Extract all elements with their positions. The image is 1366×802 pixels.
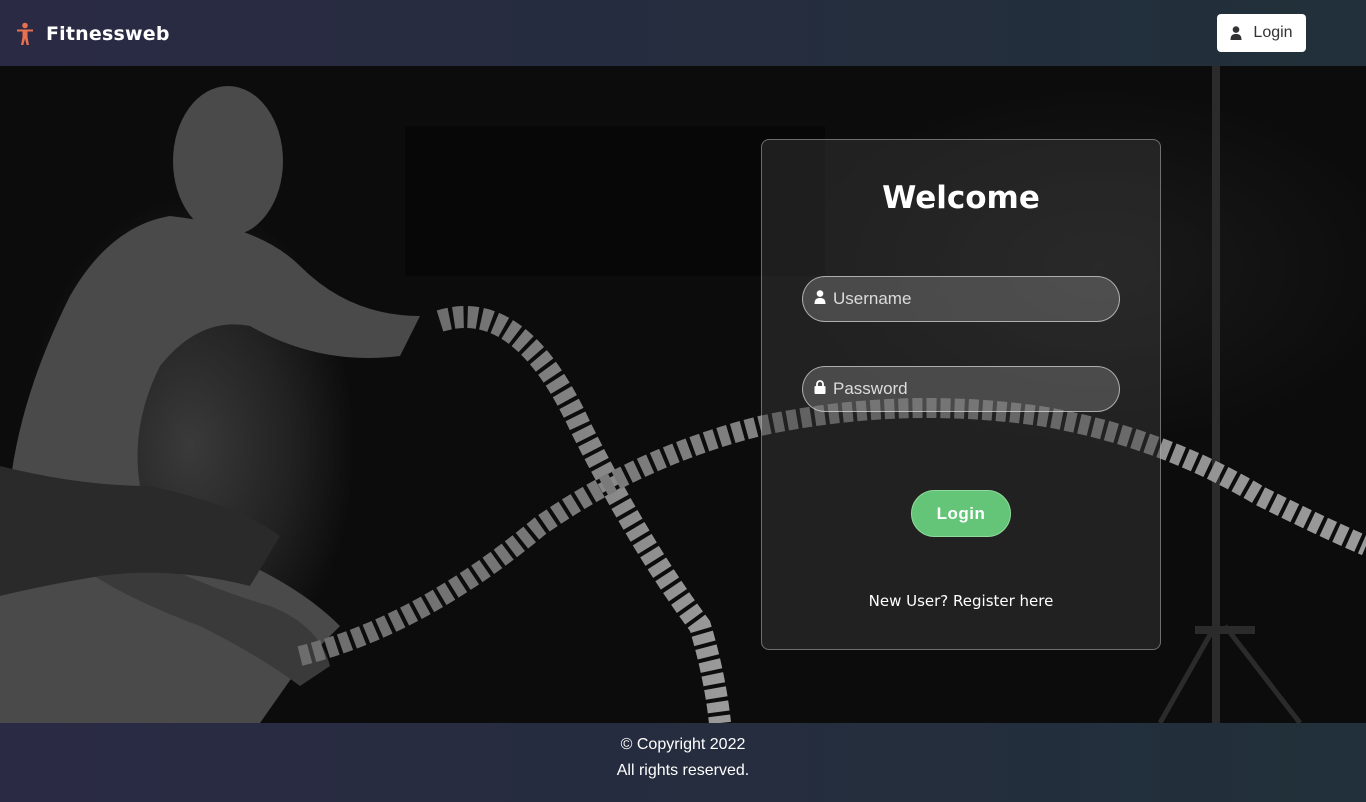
battle-rope-illustration [0, 66, 1366, 723]
top-navbar: Fitnessweb Login [0, 0, 1366, 66]
copyright-text: © Copyright 2022 [620, 736, 746, 753]
rights-text: All rights reserved. [616, 762, 750, 779]
brand-name: Fitnessweb [46, 23, 170, 45]
password-input[interactable] [833, 367, 1113, 411]
brand[interactable]: Fitnessweb [14, 22, 170, 46]
username-field[interactable] [802, 276, 1120, 322]
hero-background-image: Welcome Login New User? Register here [0, 66, 1366, 723]
user-icon [814, 290, 826, 304]
footer: © Copyright 2022 All rights reserved. [0, 723, 1366, 802]
login-submit-button[interactable]: Login [911, 490, 1011, 537]
login-card: Welcome Login New User? Register here [761, 139, 1161, 650]
card-title: Welcome [882, 180, 1040, 216]
nav-login-button[interactable]: Login [1217, 14, 1306, 52]
nav-login-label: Login [1253, 24, 1293, 41]
user-icon [1230, 26, 1242, 40]
lock-icon [814, 380, 826, 394]
password-field[interactable] [802, 366, 1120, 412]
person-standing-icon [14, 22, 36, 46]
register-link[interactable]: New User? Register here [762, 592, 1160, 610]
username-input[interactable] [833, 277, 1113, 321]
